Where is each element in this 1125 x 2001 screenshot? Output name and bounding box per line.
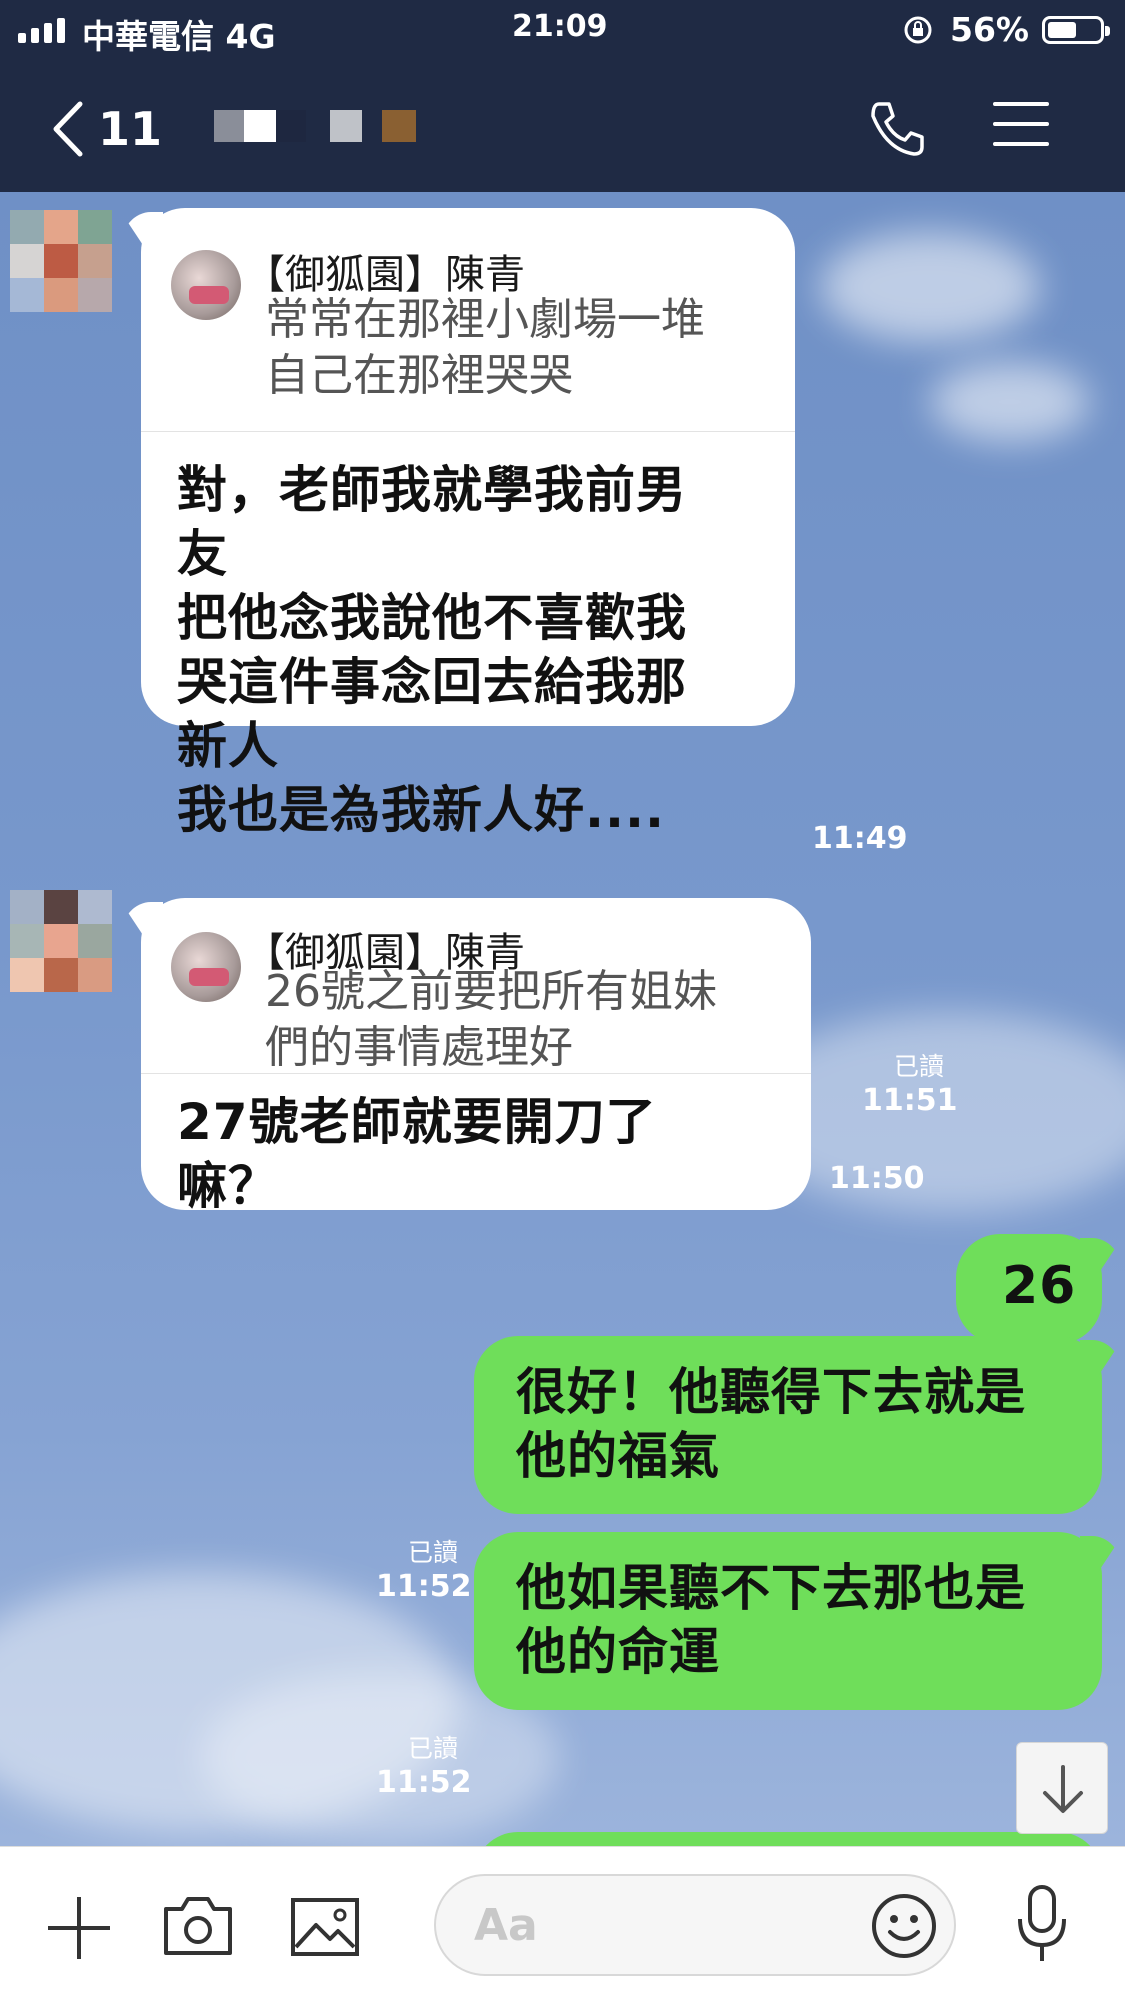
battery-percent: 56%	[950, 10, 1029, 49]
microphone-icon[interactable]	[1014, 1883, 1070, 1965]
carrier-label: 中華電信 4G	[82, 17, 276, 56]
chat-area[interactable]: 【御狐園】陳青 常常在那裡小劇場一堆 自己在那裡哭哭 對，老師我就學我前男 友 …	[0, 192, 1125, 1846]
sender-avatar[interactable]	[10, 210, 112, 312]
outgoing-message[interactable]: 他如果聽不下去那也是 他的命運	[474, 1532, 1122, 1710]
back-button[interactable]: 11	[52, 94, 202, 164]
quoted-reply[interactable]: 【御狐園】陳青 常常在那裡小劇場一堆 自己在那裡哭哭	[141, 208, 795, 432]
message-input-bar: Aa	[0, 1846, 1125, 2001]
signal-icon	[18, 18, 65, 43]
message-text: 對，老師我就學我前男 友 把他念我說他不喜歡我 哭這件事念回去給我那 新人 我也…	[177, 461, 687, 839]
incoming-message[interactable]: 【御狐園】陳青 26號之前要把所有姐妹 們的事情處理好 27號老師就要開刀了 嘛…	[121, 898, 811, 1215]
read-receipt: 已讀 11:52	[376, 1734, 472, 1800]
message-text: 26	[1002, 1256, 1077, 1316]
input-placeholder: Aa	[474, 1900, 538, 1951]
message-text: 他如果聽不下去那也是 他的命運	[516, 1559, 1026, 1681]
phone-icon[interactable]	[865, 98, 927, 160]
message-time: 11:49	[812, 821, 908, 856]
battery-icon	[1042, 16, 1110, 44]
clock: 21:09	[512, 9, 608, 44]
status-bar: 中華電信 4G 21:09 56%	[0, 0, 1125, 60]
image-icon[interactable]	[290, 1897, 360, 1957]
chevron-left-icon	[53, 101, 83, 157]
arrow-down-icon	[1043, 1765, 1083, 1813]
emoji-icon[interactable]	[870, 1892, 938, 1960]
message-text: 很好！他聽得下去就是 他的福氣	[516, 1363, 1026, 1485]
quoted-avatar	[171, 932, 241, 1002]
chat-header: 11	[0, 60, 1125, 192]
quoted-text: 常常在那裡小劇場一堆 自己在那裡哭哭	[265, 294, 705, 401]
sender-avatar[interactable]	[10, 890, 112, 992]
outgoing-message[interactable]	[474, 1832, 1102, 1846]
message-time: 11:50	[829, 1161, 925, 1196]
message-text: 27號老師就要開刀了 嘛？	[177, 1093, 657, 1215]
camera-icon[interactable]	[162, 1895, 234, 1957]
read-receipt: 已讀 11:52	[376, 1538, 472, 1604]
scroll-to-bottom-button[interactable]	[1016, 1742, 1108, 1834]
read-receipt: 已讀 11:51	[862, 1052, 958, 1118]
outgoing-message[interactable]: 很好！他聽得下去就是 他的福氣	[474, 1336, 1122, 1514]
quoted-avatar	[171, 250, 241, 320]
menu-icon[interactable]	[993, 102, 1049, 152]
plus-icon[interactable]	[44, 1893, 114, 1963]
rotation-lock-icon	[904, 16, 932, 44]
outgoing-message[interactable]: 26	[956, 1234, 1122, 1344]
unread-count: 11	[98, 102, 163, 156]
incoming-message[interactable]: 【御狐園】陳青 常常在那裡小劇場一堆 自己在那裡哭哭 對，老師我就學我前男 友 …	[121, 208, 795, 839]
contact-name-redacted[interactable]	[214, 110, 416, 142]
quoted-text: 26號之前要把所有姐妹 們的事情處理好	[265, 966, 717, 1073]
quoted-reply[interactable]: 【御狐園】陳青 26號之前要把所有姐妹 們的事情處理好	[141, 898, 811, 1074]
message-input[interactable]: Aa	[434, 1874, 956, 1976]
